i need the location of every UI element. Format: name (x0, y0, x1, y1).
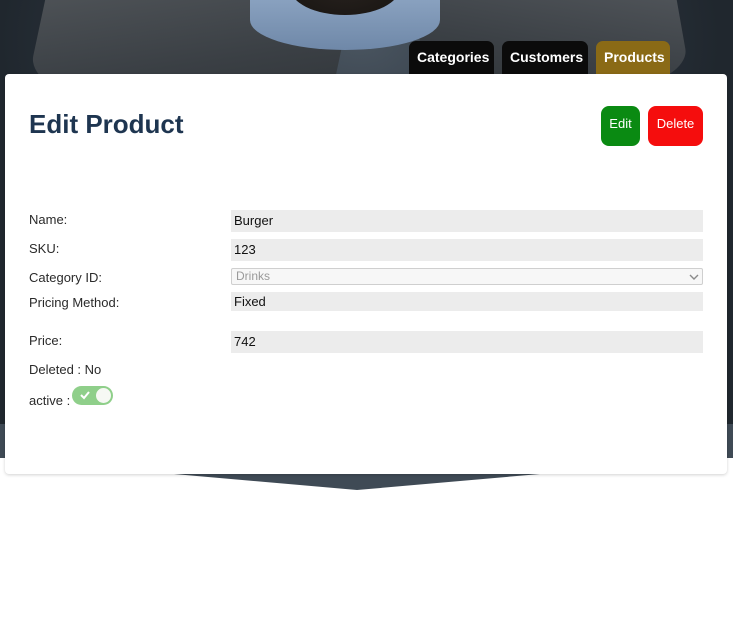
check-icon (80, 391, 90, 400)
deleted-status: Deleted : No (29, 362, 102, 377)
toggle-knob (96, 388, 111, 403)
name-field[interactable]: Burger (231, 210, 703, 232)
pricing-method-label: Pricing Method: (29, 295, 120, 310)
chevron-down-icon (689, 274, 699, 280)
delete-button[interactable]: Delete (648, 106, 703, 146)
pricing-method-field[interactable]: Fixed (231, 292, 703, 311)
tab-products[interactable]: Products (596, 41, 670, 74)
sku-label: SKU: (29, 241, 60, 256)
category-selected-value: Drinks (236, 269, 271, 283)
price-label: Price: (29, 333, 63, 348)
price-field[interactable]: 742 (231, 331, 703, 353)
active-label: active : (29, 393, 71, 408)
name-label: Name: (29, 212, 68, 227)
page-title: Edit Product (29, 109, 184, 139)
active-toggle[interactable] (72, 386, 113, 405)
tab-customers[interactable]: Customers (502, 41, 588, 74)
section-chevron (174, 474, 540, 490)
edit-product-card: Edit Product Edit Delete Name: Burger SK… (5, 74, 727, 474)
tab-categories[interactable]: Categories (409, 41, 494, 74)
sku-field[interactable]: 123 (231, 239, 703, 261)
edit-button[interactable]: Edit (601, 106, 640, 146)
category-id-select[interactable]: Drinks (231, 268, 703, 285)
category-id-label: Category ID: (29, 270, 102, 285)
